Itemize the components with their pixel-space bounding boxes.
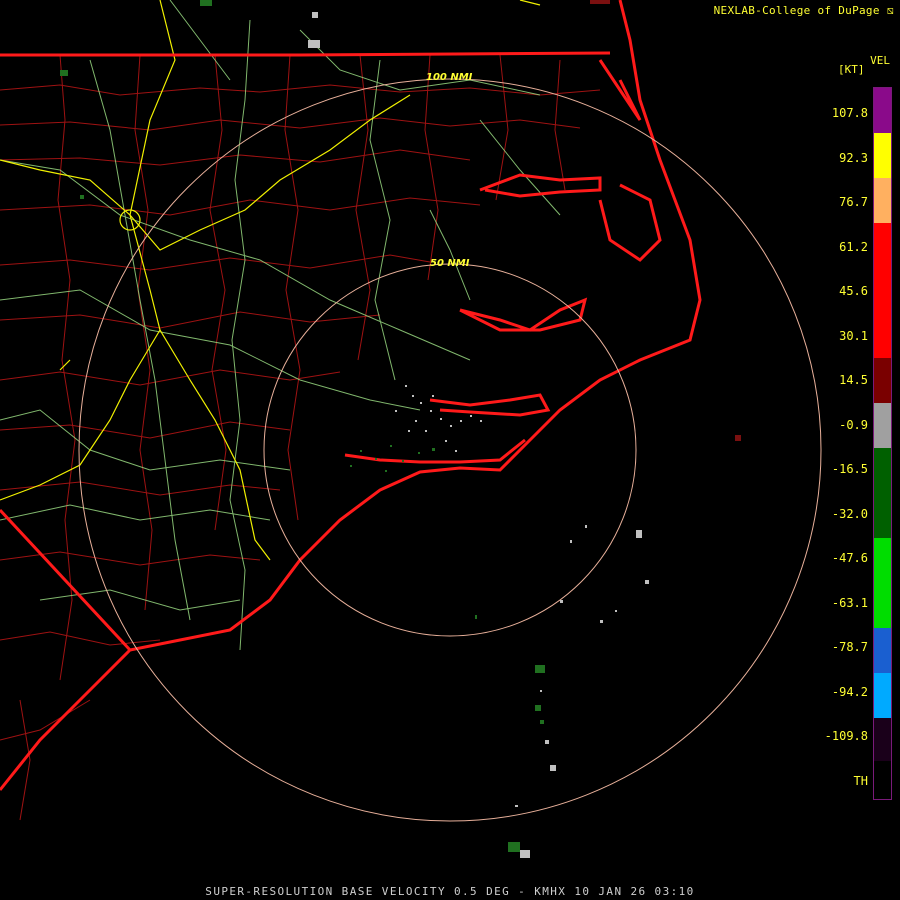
colorbar-tick-label: TH <box>853 773 868 788</box>
colorbar-segment <box>874 178 891 223</box>
state-borders <box>0 51 611 652</box>
product-caption: SUPER-RESOLUTION BASE VELOCITY 0.5 DEG -… <box>205 885 695 898</box>
colorbar-segment <box>874 718 891 761</box>
colorbar-tick-label: 107.8 <box>831 106 868 120</box>
legend-product-label: VEL <box>870 54 890 67</box>
colorbar-tick-label: 45.6 <box>839 284 868 298</box>
colorbar-tick-label: -109.8 <box>824 729 868 743</box>
colorbar-tick-label: -94.2 <box>831 684 868 699</box>
ring-label-50nmi: 50 NMI <box>430 258 470 269</box>
velocity-colorbar <box>873 87 892 800</box>
colorbar-tick-label: -78.7 <box>831 640 868 654</box>
colorbar-segment <box>874 358 891 403</box>
colorbar-tick-label: 14.5 <box>839 373 868 387</box>
credit-header: NEXLAB-College of DuPage ⧅ <box>713 4 894 17</box>
colorbar-tick-label: 92.3 <box>839 150 868 165</box>
county-lines <box>0 54 601 821</box>
colorbar-segment <box>874 628 891 673</box>
range-rings <box>78 78 822 822</box>
colorbar-tick-label: 30.1 <box>839 328 868 343</box>
colorbar-segment <box>874 268 891 313</box>
coastline <box>0 0 702 791</box>
legend-unit-label: [KT] <box>838 63 865 76</box>
colorbar-segment <box>874 403 891 448</box>
colorbar-segment <box>874 313 891 358</box>
colorbar-segment <box>874 88 891 133</box>
colorbar-segment <box>874 133 891 178</box>
colorbar-tick-label: 61.2 <box>839 239 868 254</box>
colorbar-segment <box>874 493 891 538</box>
colorbar-segment <box>874 583 891 628</box>
colorbar-tick-label: -16.5 <box>831 462 868 476</box>
colorbar-segment <box>874 223 891 268</box>
ring-100nmi <box>78 78 822 822</box>
highway-lines <box>0 0 561 651</box>
colorbar-segment <box>874 673 891 718</box>
colorbar-tick-label: -32.0 <box>831 506 868 521</box>
ring-label-100nmi: 100 NMI <box>426 72 473 83</box>
radar-map[interactable] <box>0 0 900 900</box>
colorbar-tick-label: -63.1 <box>831 595 868 610</box>
colorbar-tick-label: 76.7 <box>839 195 868 209</box>
interstate-lines <box>0 0 541 561</box>
colorbar-segment <box>874 538 891 583</box>
colorbar-segment <box>874 448 891 493</box>
colorbar-tick-label: -0.9 <box>839 417 868 432</box>
colorbar-tick-label: -47.6 <box>831 551 868 565</box>
